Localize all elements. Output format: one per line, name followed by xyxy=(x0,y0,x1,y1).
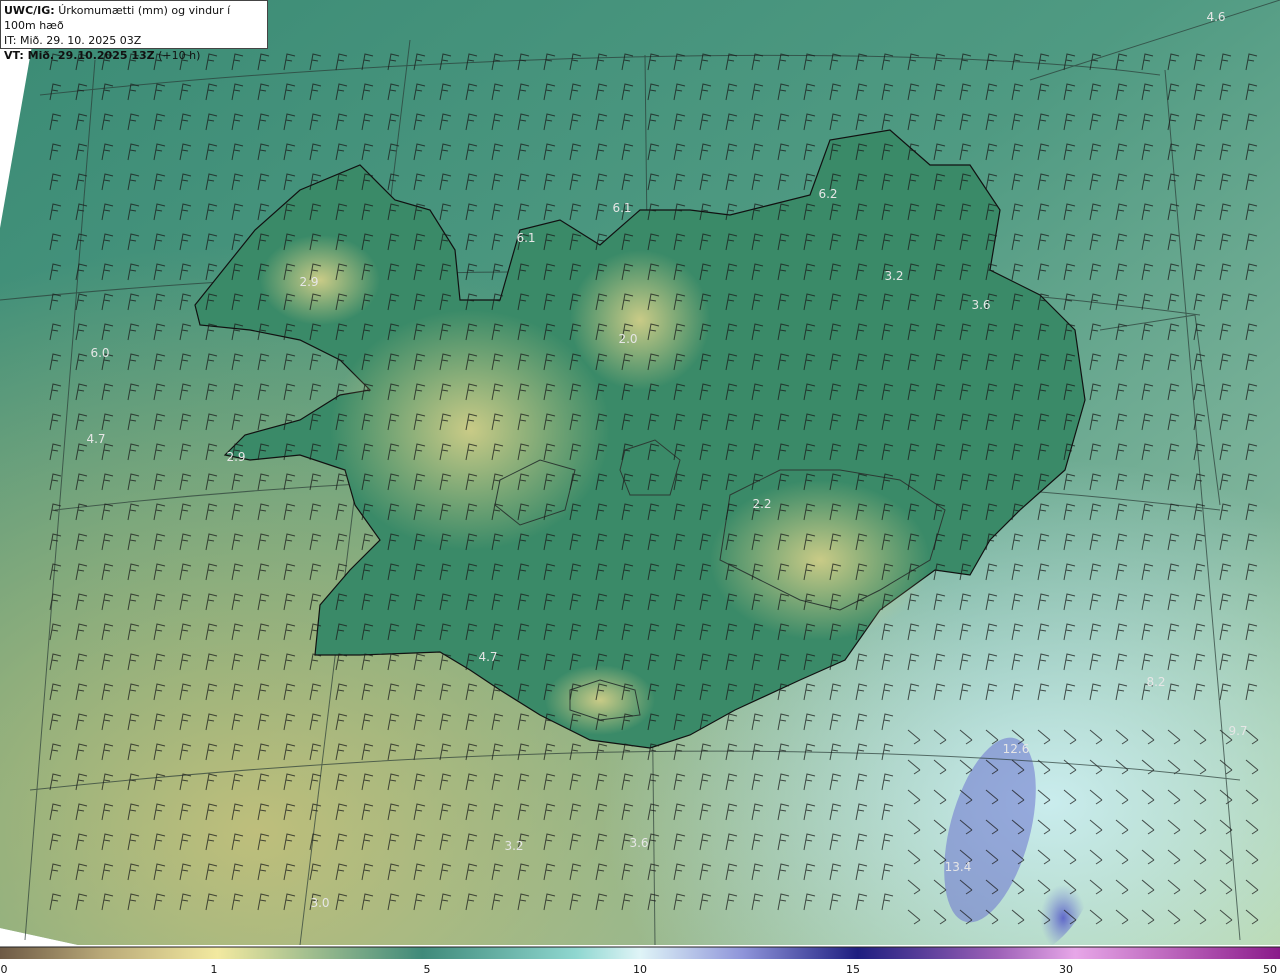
value-label: 13.4 xyxy=(944,860,972,874)
value-label: 3.0 xyxy=(310,896,330,910)
value-label: 6.1 xyxy=(612,201,632,215)
value-label: 3.2 xyxy=(884,269,904,283)
value-label: 3.6 xyxy=(629,836,649,850)
value-label: 2.9 xyxy=(299,275,319,289)
value-label: 6.0 xyxy=(90,346,110,360)
value-label: 4.7 xyxy=(86,432,106,446)
value-label: 6.1 xyxy=(516,231,536,245)
value-label: 4.7 xyxy=(478,650,498,664)
valid-time-line: VT: Mið. 29.10.2025 13Z (+10 h) xyxy=(4,48,264,63)
legend-tick: 10 xyxy=(633,963,647,976)
init-time: IT: Mið. 29. 10. 2025 03Z xyxy=(4,34,142,47)
value-label: 3.6 xyxy=(971,298,991,312)
legend-tick: 15 xyxy=(846,963,860,976)
legend-tick: 50 xyxy=(1263,963,1277,976)
map-header-box: UWC/IG: Úrkomumætti (mm) og vindur í 100… xyxy=(0,0,268,62)
value-label: 2.0 xyxy=(618,332,638,346)
value-label: 6.2 xyxy=(818,187,838,201)
legend-tick: 1 xyxy=(210,963,218,976)
forecast-map xyxy=(0,0,1280,959)
model-name: UWC/IG: xyxy=(4,4,55,17)
value-label: 8.2 xyxy=(1146,675,1166,689)
title-line: UWC/IG: Úrkomumætti (mm) og vindur í 100… xyxy=(4,3,264,33)
legend-colorbar xyxy=(0,947,1280,959)
valid-offset: (+10 h) xyxy=(158,49,201,62)
value-label: 12.6 xyxy=(1002,742,1030,756)
legend-tick: 30 xyxy=(1059,963,1073,976)
value-label: 2.9 xyxy=(226,450,246,464)
value-label: 3.2 xyxy=(504,839,524,853)
value-label: 4.6 xyxy=(1206,10,1226,24)
legend-tick: 5 xyxy=(423,963,431,976)
legend-tick: 0 xyxy=(0,963,8,976)
value-label: 2.2 xyxy=(752,497,772,511)
valid-time: VT: Mið. 29.10.2025 13Z xyxy=(4,49,155,62)
value-label: 9.7 xyxy=(1228,724,1248,738)
